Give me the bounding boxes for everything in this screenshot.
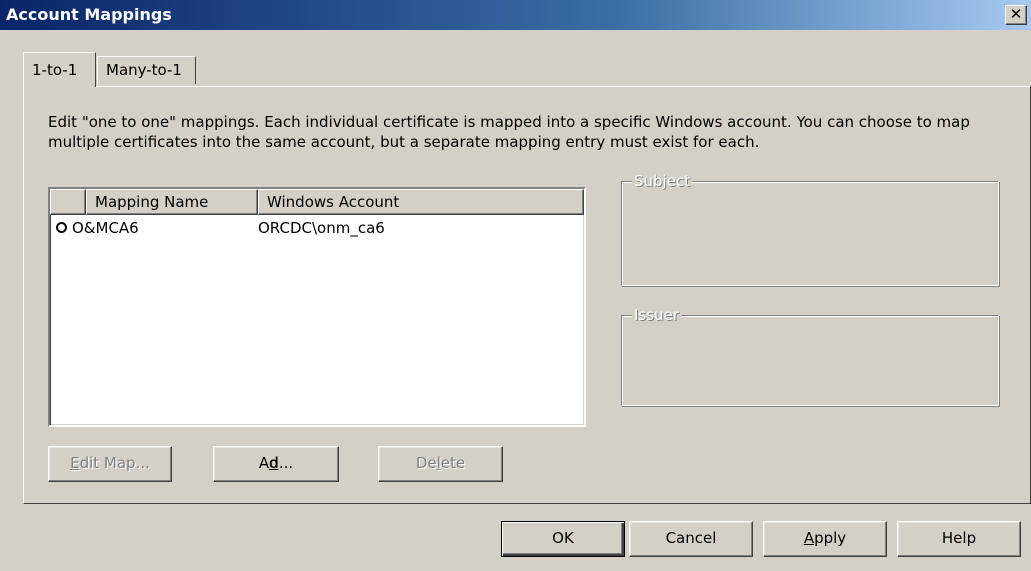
windows-account-cell: ORCDC\onm_ca6 — [258, 219, 385, 237]
edit-map-button[interactable]: Edit Map... — [48, 446, 172, 482]
window-title: Account Mappings — [6, 5, 172, 24]
column-header-mapping-name-label: Mapping Name — [95, 193, 209, 211]
mappings-list[interactable]: Mapping Name Windows Account O&MCA6 ORCD… — [48, 187, 586, 427]
ok-label: OK — [552, 529, 574, 547]
add-button[interactable]: Add... — [213, 446, 339, 482]
tab-many-to-1[interactable]: Many-to-1 — [97, 56, 196, 84]
tab-1-to-1[interactable]: 1-to-1 — [23, 52, 96, 87]
close-button[interactable]: ✕ — [1005, 5, 1027, 25]
column-header-windows-account[interactable]: Windows Account — [258, 189, 584, 215]
add-label-rest: d... — [269, 454, 294, 472]
cancel-label: Cancel — [665, 529, 717, 547]
tab-1-to-1-label: 1-to-1 — [32, 61, 78, 79]
issuer-label: Issuer — [632, 306, 681, 324]
edit-map-label: dit Map... — [79, 454, 150, 472]
apply-button[interactable]: Apply — [763, 521, 887, 557]
apply-label-rest: pply — [814, 529, 847, 547]
description-text: Edit "one to one" mappings. Each individ… — [48, 113, 970, 151]
ok-button[interactable]: OK — [501, 521, 625, 557]
delete-label-pre: De — [415, 454, 437, 472]
delete-label-rest: ete — [440, 454, 466, 472]
issuer-groupbox: Issuer — [621, 306, 999, 406]
circle-icon — [56, 222, 67, 233]
list-header: Mapping Name Windows Account — [50, 189, 584, 215]
help-button[interactable]: Help — [897, 521, 1021, 557]
column-header-mapping-name[interactable]: Mapping Name — [86, 189, 258, 215]
subject-groupbox: Subject — [621, 172, 999, 286]
cancel-button[interactable]: Cancel — [629, 521, 753, 557]
title-bar: Account Mappings ✕ — [0, 0, 1031, 30]
edit-map-accel: E — [70, 454, 80, 472]
mapping-name-cell: O&MCA6 — [72, 219, 139, 237]
apply-accel: A — [803, 529, 815, 547]
column-header-icon[interactable] — [50, 189, 86, 215]
add-label-pre: A — [258, 454, 269, 472]
close-icon: ✕ — [1009, 5, 1023, 23]
column-header-windows-account-label: Windows Account — [267, 193, 400, 211]
help-label: Help — [941, 529, 977, 547]
delete-button[interactable]: Delete — [378, 446, 503, 482]
table-row[interactable]: O&MCA6 ORCDC\onm_ca6 — [50, 217, 584, 239]
tab-many-to-1-label: Many-to-1 — [106, 61, 182, 79]
subject-label: Subject — [632, 172, 693, 190]
